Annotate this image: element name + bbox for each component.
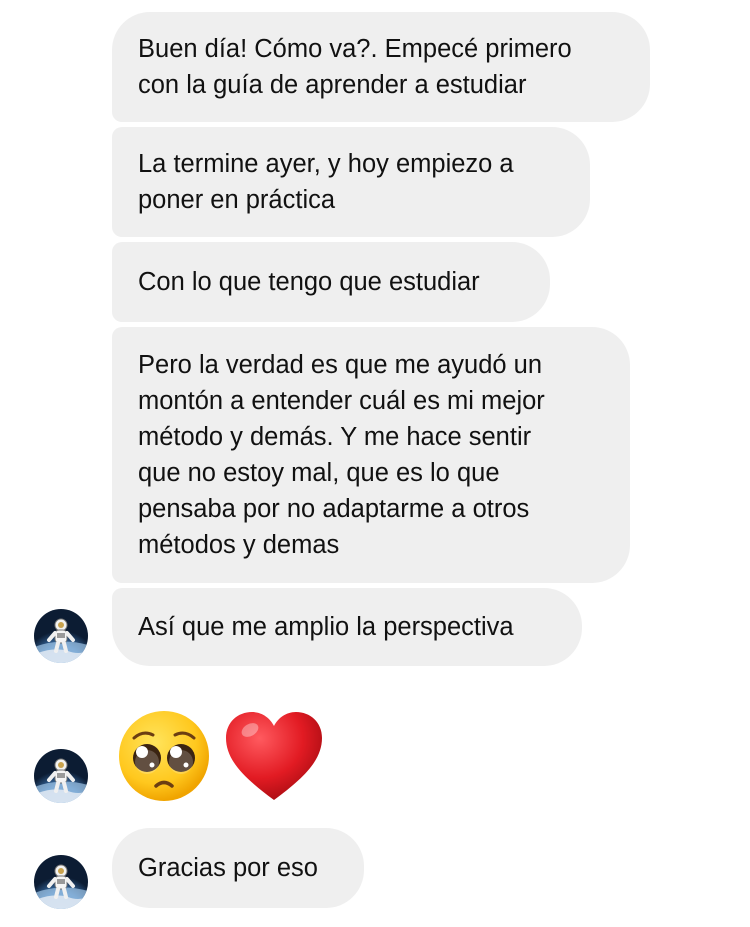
astronaut-avatar-icon — [34, 609, 88, 663]
red-heart-icon — [226, 712, 322, 800]
message-bubble[interactable]: Pero la verdad es que me ayudó un montón… — [112, 327, 630, 583]
astronaut-avatar-icon — [34, 749, 88, 803]
message-bubble[interactable]: Buen día! Cómo va?. Empecé primero con l… — [112, 12, 650, 122]
pleading-face-icon — [119, 711, 209, 801]
sender-avatar[interactable] — [34, 749, 88, 803]
message-text: Así que me amplio la perspectiva — [138, 613, 514, 641]
message-bubble[interactable]: La termine ayer, y hoy empiezo a poner e… — [112, 127, 590, 237]
message-text: Pero la verdad es que me ayudó un montón… — [138, 351, 545, 559]
message-text: Con lo que tengo que estudiar — [138, 268, 480, 296]
message-text: La termine ayer, y hoy empiezo a poner e… — [138, 150, 514, 214]
sender-avatar[interactable] — [34, 609, 88, 663]
emoji-message[interactable] — [116, 706, 336, 806]
sender-avatar[interactable] — [34, 855, 88, 909]
astronaut-avatar-icon — [34, 855, 88, 909]
message-bubble[interactable]: Así que me amplio la perspectiva — [112, 588, 582, 666]
message-bubble[interactable]: Con lo que tengo que estudiar — [112, 242, 550, 322]
message-text: Buen día! Cómo va?. Empecé primero con l… — [138, 35, 572, 99]
message-text: Gracias por eso — [138, 854, 318, 882]
message-bubble[interactable]: Gracias por eso — [112, 828, 364, 908]
